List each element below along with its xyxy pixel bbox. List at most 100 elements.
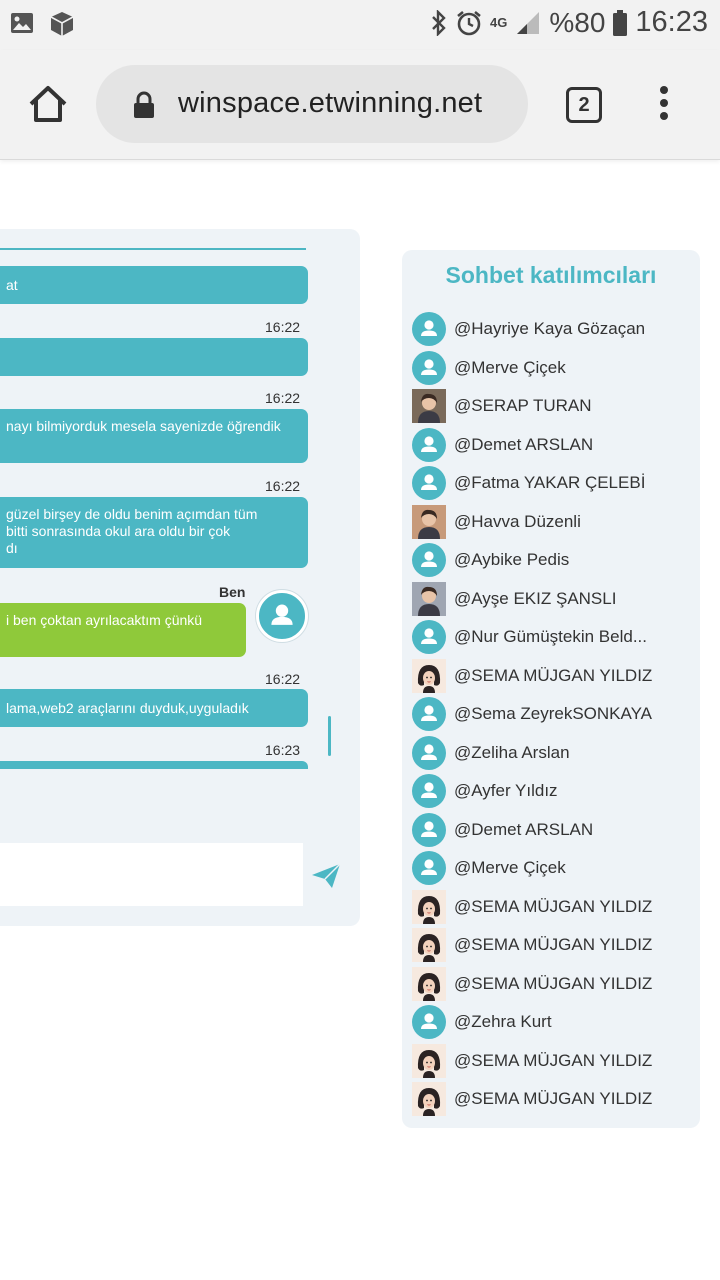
participant-item[interactable]: @Ayfer Yıldız — [412, 774, 698, 808]
cartoon-avatar — [412, 1082, 446, 1116]
participant-item[interactable]: @SEMA MÜJGAN YILDIZ — [412, 659, 698, 693]
message-time: 16:22 — [265, 671, 301, 687]
url-text[interactable]: winspace.etwinning.net — [178, 87, 518, 120]
participant-name[interactable]: @Ayfer Yıldız — [454, 781, 698, 801]
address-bar[interactable]: winspace.etwinning.net — [96, 65, 528, 143]
browser-toolbar: winspace.etwinning.net 2 — [0, 50, 720, 160]
participant-name[interactable]: @Aybike Pedis — [454, 550, 698, 570]
cartoon-avatar — [412, 928, 446, 962]
lock-icon — [134, 91, 154, 118]
chat-message: at — [0, 266, 308, 304]
alarm-icon — [457, 10, 481, 35]
participant-item[interactable]: @Hayriye Kaya Gözaçan — [412, 312, 698, 346]
participant-item[interactable]: @SERAP TURAN — [412, 389, 698, 423]
default-avatar-icon — [412, 543, 446, 577]
photo-avatar — [412, 389, 446, 423]
participant-item[interactable]: @Zeliha Arslan — [412, 736, 698, 770]
participant-item[interactable]: @Nur Gümüştekin Beld... — [412, 620, 698, 654]
participant-name[interactable]: @Demet ARSLAN — [454, 820, 698, 840]
default-avatar-icon — [412, 697, 446, 731]
participant-item[interactable]: @Ayşe EKIZ ŞANSLI — [412, 582, 698, 616]
chat-message — [0, 761, 308, 769]
participant-name[interactable]: @Ayşe EKIZ ŞANSLI — [454, 589, 698, 609]
default-avatar-icon — [412, 312, 446, 346]
participant-name[interactable]: @Havva Düzenli — [454, 512, 698, 532]
participant-item[interactable]: @SEMA MÜJGAN YILDIZ — [412, 1044, 698, 1078]
cartoon-avatar — [412, 967, 446, 1001]
participant-name[interactable]: @SEMA MÜJGAN YILDIZ — [454, 974, 698, 994]
message-time: 16:22 — [265, 319, 301, 335]
participant-item[interactable]: @SEMA MÜJGAN YILDIZ — [412, 928, 698, 962]
participants-title: Sohbet katılımcıları — [445, 262, 657, 288]
home-icon[interactable] — [26, 82, 70, 126]
participant-name[interactable]: @Merve Çiçek — [454, 358, 698, 378]
participant-name[interactable]: @SEMA MÜJGAN YILDIZ — [454, 666, 698, 686]
participant-name[interactable]: @SEMA MÜJGAN YILDIZ — [454, 935, 698, 955]
signal-icon — [517, 11, 540, 34]
participant-item[interactable]: @SEMA MÜJGAN YILDIZ — [412, 890, 698, 924]
message-time: 16:22 — [265, 390, 301, 406]
default-avatar-icon — [412, 851, 446, 885]
participant-name[interactable]: @Hayriye Kaya Gözaçan — [454, 319, 698, 339]
battery-icon — [613, 9, 628, 36]
default-avatar-icon — [412, 1005, 446, 1039]
participant-item[interactable]: @Havva Düzenli — [412, 505, 698, 539]
default-avatar-icon — [412, 428, 446, 462]
participant-name[interactable]: @SERAP TURAN — [454, 396, 698, 416]
sender-label: Ben — [219, 584, 246, 600]
participant-item[interactable]: @Zehra Kurt — [412, 1005, 698, 1039]
chat-message: lama,web2 araçlarını duyduk,uyguladık — [0, 689, 308, 727]
participant-item[interactable]: @SEMA MÜJGAN YILDIZ — [412, 1082, 698, 1116]
default-avatar-icon — [412, 813, 446, 847]
participant-item[interactable]: @Demet ARSLAN — [412, 428, 698, 462]
own-chat-message: i ben çoktan ayrılacaktım çünkü — [0, 603, 246, 657]
participant-name[interactable]: @SEMA MÜJGAN YILDIZ — [454, 897, 698, 917]
status-bar: 4G %80 16:23 — [0, 0, 720, 50]
participant-item[interactable]: @Merve Çiçek — [412, 851, 698, 885]
default-avatar-icon — [412, 774, 446, 808]
network-type: 4G — [490, 14, 508, 30]
box-icon — [50, 12, 74, 36]
cartoon-avatar — [412, 659, 446, 693]
message-time: 16:22 — [265, 478, 301, 494]
battery-percent: %80 — [549, 6, 606, 38]
clock: 16:23 — [635, 6, 708, 38]
participant-name[interactable]: @Sema ZeyrekSONKAYA — [454, 704, 698, 724]
message-time: 16:23 — [265, 742, 301, 758]
chat-message — [0, 338, 308, 376]
participant-name[interactable]: @Merve Çiçek — [454, 858, 698, 878]
own-avatar — [256, 590, 308, 642]
participant-name[interactable]: @Zehra Kurt — [454, 1012, 698, 1032]
chat-scrollbar[interactable] — [328, 716, 331, 756]
participant-item[interactable]: @Demet ARSLAN — [412, 813, 698, 847]
participant-name[interactable]: @Nur Gümüştekin Beld... — [454, 627, 698, 647]
default-avatar-icon — [412, 351, 446, 385]
participant-item[interactable]: @Sema ZeyrekSONKAYA — [412, 697, 698, 731]
participant-item[interactable]: @Aybike Pedis — [412, 543, 698, 577]
photo-avatar — [412, 582, 446, 616]
participant-name[interactable]: @Fatma YAKAR ÇELEBİ — [454, 473, 698, 493]
participant-item[interactable]: @SEMA MÜJGAN YILDIZ — [412, 967, 698, 1001]
screen: { "status_bar": { "network": "4G", "batt… — [0, 0, 720, 1280]
participant-name[interactable]: @SEMA MÜJGAN YILDIZ — [454, 1089, 698, 1109]
tab-switcher-button[interactable]: 2 — [566, 87, 602, 123]
chat-panel — [0, 229, 360, 926]
default-avatar-icon — [412, 736, 446, 770]
cartoon-avatar — [412, 1044, 446, 1078]
participant-item[interactable]: @Fatma YAKAR ÇELEBİ — [412, 466, 698, 500]
participant-name[interactable]: @SEMA MÜJGAN YILDIZ — [454, 1051, 698, 1071]
participant-name[interactable]: @Zeliha Arslan — [454, 743, 698, 763]
user-icon — [271, 604, 293, 625]
chat-message: nayı bilmiyorduk mesela sayenizde öğrend… — [0, 409, 308, 463]
overflow-menu-icon[interactable] — [656, 86, 672, 126]
send-icon[interactable] — [311, 863, 341, 889]
bluetooth-icon — [432, 9, 446, 36]
participant-name[interactable]: @Demet ARSLAN — [454, 435, 698, 455]
default-avatar-icon — [412, 466, 446, 500]
chat-divider — [0, 248, 306, 250]
message-input[interactable] — [0, 843, 303, 906]
chat-message: güzel birşey de oldu benim açımdan tüm b… — [0, 497, 308, 568]
participant-item[interactable]: @Merve Çiçek — [412, 351, 698, 385]
gallery-icon — [11, 13, 33, 33]
photo-avatar — [412, 505, 446, 539]
